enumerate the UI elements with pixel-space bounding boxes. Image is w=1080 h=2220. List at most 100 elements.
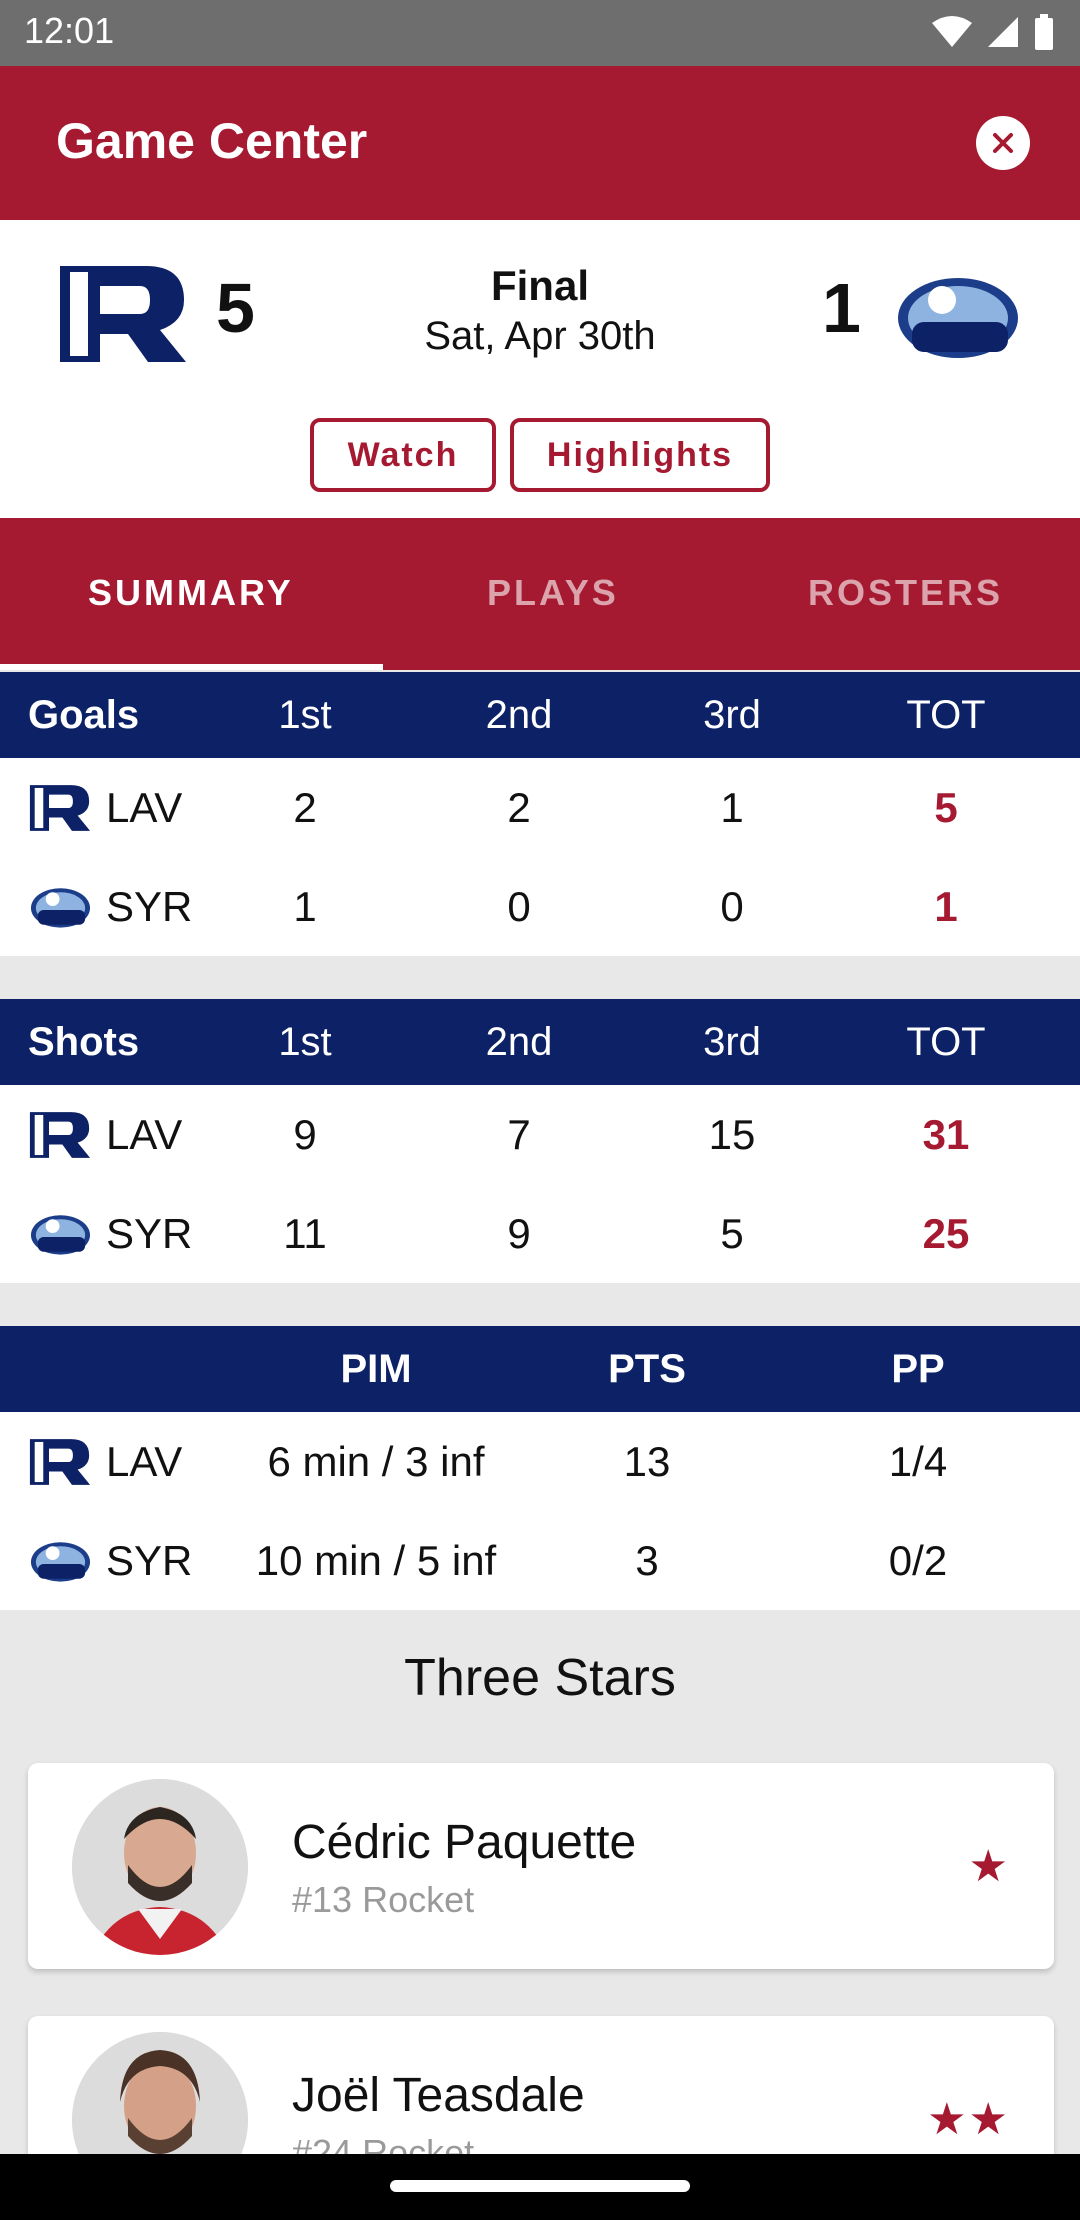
total-value: 25	[922, 1210, 970, 1257]
home-score: 5	[216, 269, 255, 347]
shots-header-3rd: 3rd	[703, 1020, 761, 1064]
goals-table: Goals 1st 2nd 3rd TOT LAV 2 2 1 5 SYR 1 …	[0, 672, 1080, 956]
game-date: Sat, Apr 30th	[424, 314, 656, 358]
player-photo	[72, 1779, 248, 1955]
team-cell: SYR	[28, 1511, 192, 1610]
team-abbr: SYR	[106, 1536, 193, 1584]
team-abbr: SYR	[106, 1209, 193, 1257]
player-number-team: #13 Rocket	[292, 1879, 475, 1920]
pts-value: 3	[635, 1537, 659, 1584]
table-row: LAV 2 2 1 5	[0, 758, 1080, 857]
team-abbr: LAV	[106, 783, 183, 831]
team-cell: SYR	[28, 1184, 192, 1283]
player-name: Cédric Paquette	[292, 1816, 637, 1869]
shots-header-label: Shots	[28, 1020, 140, 1064]
shots-header-tot: TOT	[906, 1020, 986, 1064]
star-rating-icon: ★★	[927, 2095, 1010, 2144]
team-cell: LAV	[28, 1085, 182, 1184]
signal-icon	[988, 17, 1018, 47]
pim-value: 10 min / 5 inf	[255, 1537, 497, 1584]
avatar	[72, 1779, 248, 1955]
wifi-icon	[932, 16, 972, 47]
team-cell: LAV	[28, 758, 182, 857]
crunch-logo-icon	[30, 887, 91, 928]
system-nav-bar	[0, 2154, 1080, 2220]
period-3-value: 0	[720, 883, 744, 930]
period-2-value: 7	[507, 1111, 531, 1158]
rocket-logo-icon	[29, 1111, 91, 1158]
app-title: Game Center	[56, 113, 368, 169]
stats-header-pim: PIM	[340, 1347, 412, 1391]
pp-value: 1/4	[888, 1438, 948, 1485]
team-abbr: LAV	[106, 1110, 183, 1158]
pim-value: 6 min / 3 inf	[267, 1438, 485, 1485]
total-value: 1	[934, 883, 958, 930]
period-3-value: 5	[720, 1210, 744, 1257]
watch-button[interactable]: Watch	[310, 418, 496, 492]
period-1-value: 9	[293, 1111, 317, 1158]
tab-plays[interactable]: PLAYS	[487, 572, 619, 614]
shots-table: Shots 1st 2nd 3rd TOT LAV 9 7 15 31 SYR …	[0, 999, 1080, 1283]
player-name: Joël Teasdale	[292, 2069, 585, 2122]
tab-rosters[interactable]: ROSTERS	[808, 572, 1003, 614]
close-button[interactable]	[976, 116, 1030, 170]
highlights-button[interactable]: Highlights	[510, 418, 770, 492]
table-row: SYR 1 0 0 1	[0, 857, 1080, 956]
table-row: SYR 10 min / 5 inf 3 0/2	[0, 1511, 1080, 1610]
period-2-value: 2	[507, 784, 531, 831]
stats-table: PIM PTS PP LAV 6 min / 3 inf 13 1/4 SYR …	[0, 1326, 1080, 1610]
period-1-value: 2	[293, 784, 317, 831]
table-row: SYR 11 9 5 25	[0, 1184, 1080, 1283]
team-abbr: LAV	[106, 1437, 183, 1485]
score-panel: 5 Final Sat, Apr 30th 1 Watch Highlights	[0, 220, 1080, 518]
total-value: 31	[922, 1111, 970, 1158]
app-bar: Game Center	[0, 66, 1080, 220]
period-3-value: 1	[720, 784, 744, 831]
star-rating-icon: ★	[968, 1842, 1010, 1891]
star-card-1[interactable]: Cédric Paquette #13 Rocket ★	[28, 1763, 1054, 1969]
home-gesture-handle[interactable]	[390, 2180, 690, 2192]
crunch-logo-icon	[30, 1541, 91, 1582]
shots-header-2nd: 2nd	[485, 1020, 553, 1064]
team-cell: LAV	[28, 1412, 182, 1511]
status-time: 12:01	[24, 10, 115, 51]
goals-header-tot: TOT	[906, 693, 986, 737]
period-1-value: 11	[283, 1210, 327, 1257]
stats-header-pp: PP	[891, 1347, 945, 1391]
status-bar: 12:01	[0, 0, 1080, 66]
team-cell: SYR	[28, 857, 192, 956]
stats-table-header: PIM PTS PP	[0, 1326, 1080, 1412]
status-icons	[932, 14, 1054, 50]
period-2-value: 9	[507, 1210, 531, 1257]
close-icon	[993, 133, 1013, 153]
stats-header-pts: PTS	[608, 1347, 686, 1391]
total-value: 5	[934, 784, 958, 831]
home-team-logo	[60, 266, 186, 362]
table-row: LAV 9 7 15 31	[0, 1085, 1080, 1184]
game-status-block: Final Sat, Apr 30th	[340, 262, 740, 359]
tab-summary[interactable]: SUMMARY	[88, 572, 294, 614]
tab-bar: SUMMARY PLAYS ROSTERS	[0, 518, 1080, 670]
battery-icon	[1035, 14, 1053, 50]
period-2-value: 0	[507, 883, 531, 930]
away-team-logo	[898, 278, 1018, 358]
goals-header-2nd: 2nd	[485, 693, 553, 737]
tab-indicator	[0, 664, 383, 670]
rocket-logo-icon	[29, 784, 91, 831]
three-stars-title: Three Stars	[404, 1649, 676, 1707]
table-row: LAV 6 min / 3 inf 13 1/4	[0, 1412, 1080, 1511]
period-1-value: 1	[293, 883, 317, 930]
goals-table-header: Goals 1st 2nd 3rd TOT	[0, 672, 1080, 758]
period-3-value: 15	[708, 1111, 756, 1158]
goals-header-label: Goals	[28, 693, 140, 737]
goals-header-1st: 1st	[278, 693, 332, 737]
pts-value: 13	[623, 1438, 671, 1485]
goals-header-3rd: 3rd	[703, 693, 761, 737]
team-abbr: SYR	[106, 882, 193, 930]
crunch-logo-icon	[30, 1214, 91, 1255]
pp-value: 0/2	[888, 1537, 948, 1584]
game-status: Final	[490, 262, 589, 309]
shots-header-1st: 1st	[278, 1020, 332, 1064]
away-score: 1	[822, 269, 861, 347]
rocket-logo-icon	[29, 1438, 91, 1485]
